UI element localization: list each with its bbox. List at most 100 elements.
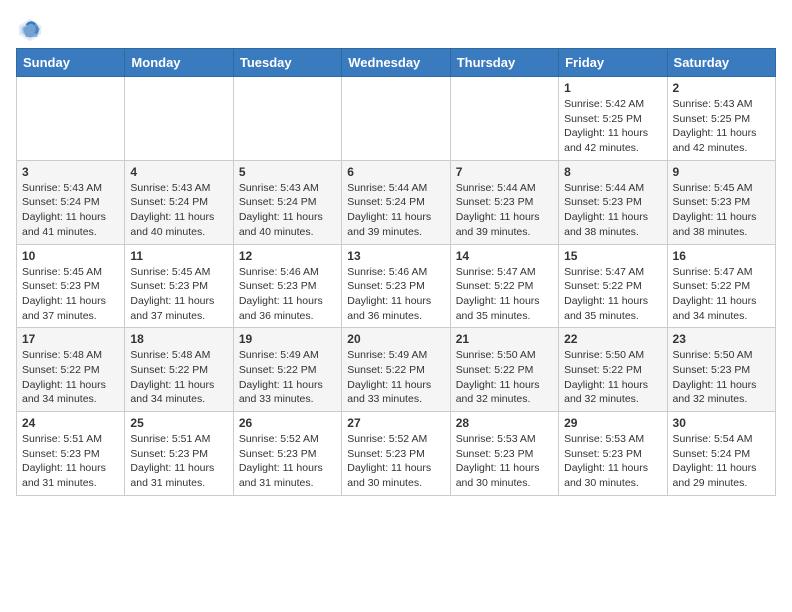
day-info: Sunrise: 5:48 AM Sunset: 5:22 PM Dayligh…: [130, 348, 227, 407]
week-row-3: 10 Sunrise: 5:45 AM Sunset: 5:23 PM Dayli…: [17, 244, 776, 328]
logo: [16, 16, 48, 44]
day-info: Sunrise: 5:50 AM Sunset: 5:23 PM Dayligh…: [673, 348, 770, 407]
day-cell: 13 Sunrise: 5:46 AM Sunset: 5:23 PM Dayli…: [342, 244, 450, 328]
day-number: 19: [239, 332, 336, 346]
day-info: Sunrise: 5:45 AM Sunset: 5:23 PM Dayligh…: [130, 265, 227, 324]
week-row-4: 17 Sunrise: 5:48 AM Sunset: 5:22 PM Dayli…: [17, 328, 776, 412]
day-number: 23: [673, 332, 770, 346]
day-cell: 1Sunrise: 5:42 AM Sunset: 5:25 PM Daylig…: [559, 77, 667, 161]
day-info: Sunrise: 5:44 AM Sunset: 5:24 PM Dayligh…: [347, 181, 444, 240]
day-cell: 26 Sunrise: 5:52 AM Sunset: 5:23 PM Dayli…: [233, 412, 341, 496]
day-info: Sunrise: 5:50 AM Sunset: 5:22 PM Dayligh…: [564, 348, 661, 407]
day-number: 10: [22, 249, 119, 263]
day-info: Sunrise: 5:43 AM Sunset: 5:24 PM Dayligh…: [22, 181, 119, 240]
day-info: Sunrise: 5:44 AM Sunset: 5:23 PM Dayligh…: [456, 181, 553, 240]
day-cell: 21 Sunrise: 5:50 AM Sunset: 5:22 PM Dayli…: [450, 328, 558, 412]
day-cell: [17, 77, 125, 161]
day-number: 21: [456, 332, 553, 346]
day-cell: 7 Sunrise: 5:44 AM Sunset: 5:23 PM Daylig…: [450, 160, 558, 244]
day-cell: 16Sunrise: 5:47 AM Sunset: 5:22 PM Dayli…: [667, 244, 775, 328]
day-info: Sunrise: 5:43 AM Sunset: 5:25 PM Dayligh…: [673, 97, 770, 156]
day-info: Sunrise: 5:47 AM Sunset: 5:22 PM Dayligh…: [673, 265, 770, 324]
day-number: 30: [673, 416, 770, 430]
day-number: 6: [347, 165, 444, 179]
day-number: 14: [456, 249, 553, 263]
day-cell: 25Sunrise: 5:51 AM Sunset: 5:23 PM Dayli…: [125, 412, 233, 496]
day-number: 12: [239, 249, 336, 263]
day-info: Sunrise: 5:51 AM Sunset: 5:23 PM Dayligh…: [22, 432, 119, 491]
weekday-header-tuesday: Tuesday: [233, 49, 341, 77]
day-number: 5: [239, 165, 336, 179]
day-info: Sunrise: 5:49 AM Sunset: 5:22 PM Dayligh…: [347, 348, 444, 407]
day-cell: 3 Sunrise: 5:43 AM Sunset: 5:24 PM Daylig…: [17, 160, 125, 244]
calendar-table: SundayMondayTuesdayWednesdayThursdayFrid…: [16, 48, 776, 496]
day-number: 17: [22, 332, 119, 346]
day-cell: [450, 77, 558, 161]
day-info: Sunrise: 5:50 AM Sunset: 5:22 PM Dayligh…: [456, 348, 553, 407]
page-header: [16, 16, 776, 44]
day-info: Sunrise: 5:46 AM Sunset: 5:23 PM Dayligh…: [347, 265, 444, 324]
day-number: 13: [347, 249, 444, 263]
weekday-header-wednesday: Wednesday: [342, 49, 450, 77]
day-number: 7: [456, 165, 553, 179]
weekday-header-thursday: Thursday: [450, 49, 558, 77]
day-info: Sunrise: 5:45 AM Sunset: 5:23 PM Dayligh…: [22, 265, 119, 324]
weekday-header-friday: Friday: [559, 49, 667, 77]
day-info: Sunrise: 5:53 AM Sunset: 5:23 PM Dayligh…: [564, 432, 661, 491]
day-cell: 29 Sunrise: 5:53 AM Sunset: 5:23 PM Dayli…: [559, 412, 667, 496]
day-cell: 18 Sunrise: 5:48 AM Sunset: 5:22 PM Dayli…: [125, 328, 233, 412]
day-number: 11: [130, 249, 227, 263]
day-info: Sunrise: 5:44 AM Sunset: 5:23 PM Dayligh…: [564, 181, 661, 240]
day-info: Sunrise: 5:47 AM Sunset: 5:22 PM Dayligh…: [564, 265, 661, 324]
day-number: 29: [564, 416, 661, 430]
week-row-1: 1Sunrise: 5:42 AM Sunset: 5:25 PM Daylig…: [17, 77, 776, 161]
weekday-header-row: SundayMondayTuesdayWednesdayThursdayFrid…: [17, 49, 776, 77]
weekday-header-sunday: Sunday: [17, 49, 125, 77]
day-number: 3: [22, 165, 119, 179]
day-info: Sunrise: 5:43 AM Sunset: 5:24 PM Dayligh…: [130, 181, 227, 240]
day-cell: [125, 77, 233, 161]
day-cell: 11 Sunrise: 5:45 AM Sunset: 5:23 PM Dayli…: [125, 244, 233, 328]
day-number: 4: [130, 165, 227, 179]
day-info: Sunrise: 5:53 AM Sunset: 5:23 PM Dayligh…: [456, 432, 553, 491]
day-cell: 6 Sunrise: 5:44 AM Sunset: 5:24 PM Daylig…: [342, 160, 450, 244]
day-number: 25: [130, 416, 227, 430]
day-cell: 30 Sunrise: 5:54 AM Sunset: 5:24 PM Dayli…: [667, 412, 775, 496]
day-info: Sunrise: 5:45 AM Sunset: 5:23 PM Dayligh…: [673, 181, 770, 240]
week-row-2: 3 Sunrise: 5:43 AM Sunset: 5:24 PM Daylig…: [17, 160, 776, 244]
day-number: 15: [564, 249, 661, 263]
weekday-header-saturday: Saturday: [667, 49, 775, 77]
day-info: Sunrise: 5:47 AM Sunset: 5:22 PM Dayligh…: [456, 265, 553, 324]
day-cell: 17 Sunrise: 5:48 AM Sunset: 5:22 PM Dayli…: [17, 328, 125, 412]
day-number: 22: [564, 332, 661, 346]
week-row-5: 24 Sunrise: 5:51 AM Sunset: 5:23 PM Dayli…: [17, 412, 776, 496]
day-info: Sunrise: 5:48 AM Sunset: 5:22 PM Dayligh…: [22, 348, 119, 407]
day-number: 1: [564, 81, 661, 95]
day-cell: 19Sunrise: 5:49 AM Sunset: 5:22 PM Dayli…: [233, 328, 341, 412]
day-cell: 23 Sunrise: 5:50 AM Sunset: 5:23 PM Dayli…: [667, 328, 775, 412]
weekday-header-monday: Monday: [125, 49, 233, 77]
day-cell: 12 Sunrise: 5:46 AM Sunset: 5:23 PM Dayli…: [233, 244, 341, 328]
day-cell: 24 Sunrise: 5:51 AM Sunset: 5:23 PM Dayli…: [17, 412, 125, 496]
day-info: Sunrise: 5:46 AM Sunset: 5:23 PM Dayligh…: [239, 265, 336, 324]
day-number: 24: [22, 416, 119, 430]
day-number: 9: [673, 165, 770, 179]
day-cell: 9 Sunrise: 5:45 AM Sunset: 5:23 PM Daylig…: [667, 160, 775, 244]
day-cell: 22 Sunrise: 5:50 AM Sunset: 5:22 PM Dayli…: [559, 328, 667, 412]
day-cell: 4 Sunrise: 5:43 AM Sunset: 5:24 PM Daylig…: [125, 160, 233, 244]
day-info: Sunrise: 5:52 AM Sunset: 5:23 PM Dayligh…: [239, 432, 336, 491]
day-number: 20: [347, 332, 444, 346]
day-number: 26: [239, 416, 336, 430]
day-cell: [233, 77, 341, 161]
day-cell: 2 Sunrise: 5:43 AM Sunset: 5:25 PM Daylig…: [667, 77, 775, 161]
day-cell: 10 Sunrise: 5:45 AM Sunset: 5:23 PM Dayli…: [17, 244, 125, 328]
day-cell: 5 Sunrise: 5:43 AM Sunset: 5:24 PM Daylig…: [233, 160, 341, 244]
day-cell: 28Sunrise: 5:53 AM Sunset: 5:23 PM Dayli…: [450, 412, 558, 496]
day-info: Sunrise: 5:43 AM Sunset: 5:24 PM Dayligh…: [239, 181, 336, 240]
day-cell: 14 Sunrise: 5:47 AM Sunset: 5:22 PM Dayli…: [450, 244, 558, 328]
day-cell: 20 Sunrise: 5:49 AM Sunset: 5:22 PM Dayli…: [342, 328, 450, 412]
day-number: 2: [673, 81, 770, 95]
day-number: 8: [564, 165, 661, 179]
day-number: 18: [130, 332, 227, 346]
day-info: Sunrise: 5:54 AM Sunset: 5:24 PM Dayligh…: [673, 432, 770, 491]
